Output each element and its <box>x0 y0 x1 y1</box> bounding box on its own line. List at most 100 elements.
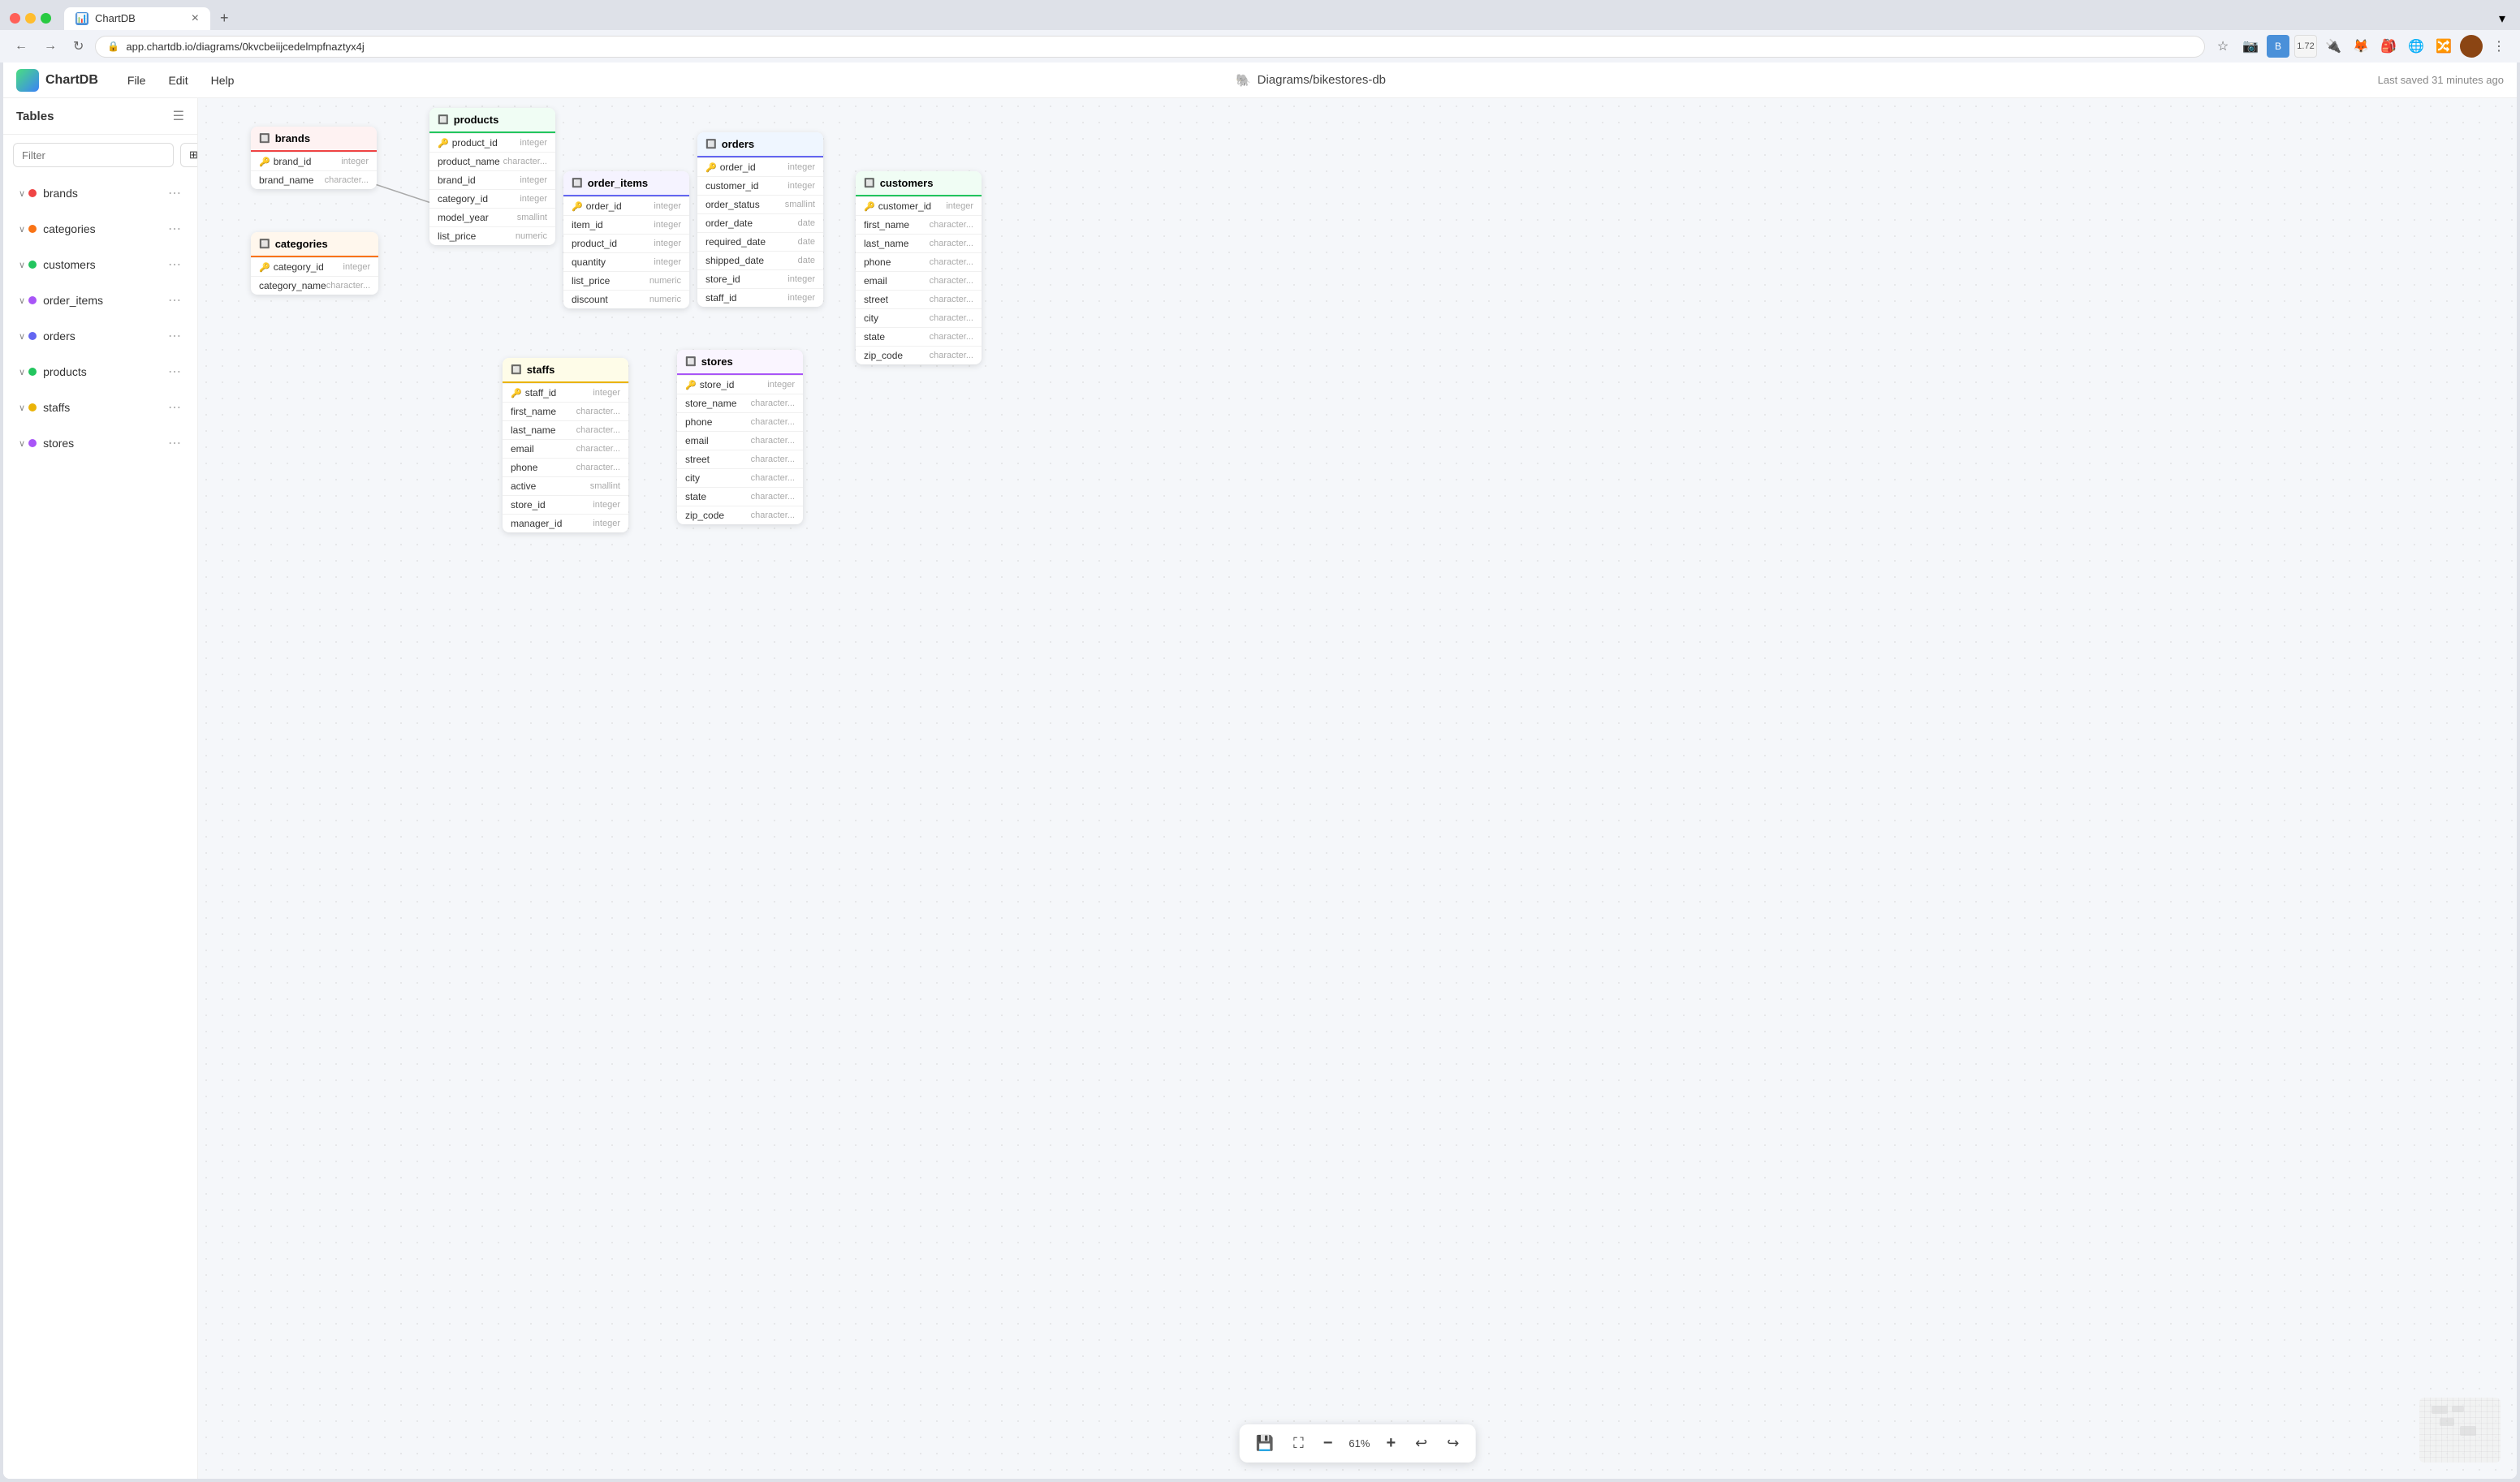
browser-tab[interactable]: 📊 ChartDB × <box>64 7 210 30</box>
sidebar-item-products[interactable]: ∨ products ⋯ <box>3 354 197 390</box>
table-menu-icon[interactable]: ⋯ <box>165 219 184 239</box>
table-menu-icon[interactable]: ⋯ <box>165 255 184 274</box>
menu-edit[interactable]: Edit <box>158 69 197 92</box>
table-categories-header: 🔲 categories <box>251 232 378 257</box>
table-row: list_price numeric <box>563 271 689 290</box>
table-brands-header: 🔲 brands <box>251 127 377 152</box>
forward-button[interactable]: → <box>39 36 62 57</box>
chevron-icon: ∨ <box>19 403 25 413</box>
field-type: integer <box>520 194 547 204</box>
ext3-icon[interactable]: 🎒 <box>2377 35 2400 58</box>
table-color-dot <box>28 368 37 376</box>
ext4-icon[interactable]: 🌐 <box>2405 35 2427 58</box>
field-name: brand_id <box>438 174 520 186</box>
maximize-window-button[interactable] <box>41 13 51 24</box>
extension-b-icon[interactable]: B <box>2267 35 2289 58</box>
field-type: integer <box>343 262 371 272</box>
table-menu-icon[interactable]: ⋯ <box>165 362 184 381</box>
table-row: store_id integer <box>503 495 628 514</box>
table-order-items-header: 🔲 order_items <box>563 171 689 196</box>
redo-button[interactable]: ↪ <box>1443 1432 1462 1455</box>
table-menu-icon[interactable]: ⋯ <box>165 183 184 203</box>
table-row: 🔑 customer_id integer <box>856 196 982 215</box>
reload-button[interactable]: ↻ <box>68 35 88 58</box>
diagram-canvas[interactable]: 🔲 brands 🔑 brand_id integer brand_name c… <box>198 98 2517 1479</box>
table-categories[interactable]: 🔲 categories 🔑 category_id integer categ… <box>251 232 378 295</box>
field-type: integer <box>654 239 681 248</box>
table-orders[interactable]: 🔲 orders 🔑 order_id integer customer_id … <box>697 132 823 307</box>
table-icon: 🔲 <box>438 114 449 125</box>
table-products[interactable]: 🔲 products 🔑 product_id integer product_… <box>429 108 555 245</box>
sidebar-sort-icon[interactable]: ☰ <box>173 108 184 124</box>
sidebar-item-brands[interactable]: ∨ brands ⋯ <box>3 175 197 211</box>
table-stores[interactable]: 🔲 stores 🔑 store_id integer store_name c… <box>677 350 803 524</box>
sidebar-item-customers[interactable]: ∨ customers ⋯ <box>3 247 197 282</box>
minimize-window-button[interactable] <box>25 13 36 24</box>
table-row: order_date date <box>697 213 823 232</box>
fit-view-button[interactable]: ⛶ <box>1290 1432 1307 1455</box>
sidebar-table-name: customers <box>43 258 165 271</box>
canvas-background <box>198 98 2517 1479</box>
table-row: store_name character... <box>677 394 803 412</box>
table-order-items[interactable]: 🔲 order_items 🔑 order_id integer item_id… <box>563 171 689 308</box>
screenshot-icon[interactable]: 📷 <box>2239 35 2262 58</box>
app-logo: ChartDB <box>16 69 98 92</box>
table-row: brand_id integer <box>429 170 555 189</box>
bookmark-icon[interactable]: ☆ <box>2211 35 2234 58</box>
profile-icon[interactable] <box>2460 35 2483 58</box>
table-menu-icon[interactable]: ⋯ <box>165 398 184 417</box>
close-window-button[interactable] <box>10 13 20 24</box>
sidebar-item-categories[interactable]: ∨ categories ⋯ <box>3 211 197 247</box>
table-row: product_name character... <box>429 152 555 170</box>
table-stores-header: 🔲 stores <box>677 350 803 375</box>
field-name: last_name <box>511 424 576 436</box>
tab-close-button[interactable]: × <box>192 12 199 25</box>
sidebar-item-staffs[interactable]: ∨ staffs ⋯ <box>3 390 197 425</box>
sidebar-item-order_items[interactable]: ∨ order_items ⋯ <box>3 282 197 318</box>
field-name: product_id <box>572 238 654 249</box>
key-icon: 🔑 <box>572 201 583 212</box>
table-row: customer_id integer <box>697 176 823 195</box>
table-staffs[interactable]: 🔲 staffs 🔑 staff_id integer first_name c… <box>503 358 628 532</box>
table-icon: 🔲 <box>706 139 717 149</box>
dropdown-button[interactable]: ▾ <box>2494 11 2510 27</box>
tab-title: ChartDB <box>95 12 136 24</box>
table-brands[interactable]: 🔲 brands 🔑 brand_id integer brand_name c… <box>251 127 377 189</box>
table-menu-icon[interactable]: ⋯ <box>165 433 184 453</box>
table-row: list_price numeric <box>429 226 555 245</box>
field-name: state <box>685 491 751 502</box>
table-staffs-title: staffs <box>527 364 555 376</box>
menu-file[interactable]: File <box>118 69 156 92</box>
field-type: character... <box>751 436 795 446</box>
save-button[interactable]: 💾 <box>1253 1432 1277 1455</box>
ext2-icon[interactable]: 🦊 <box>2350 35 2372 58</box>
chevron-icon: ∨ <box>19 367 25 377</box>
field-name: street <box>864 294 930 305</box>
sidebar-item-stores[interactable]: ∨ stores ⋯ <box>3 425 197 461</box>
add-table-button[interactable]: ⊞ Add Table <box>180 143 198 167</box>
filter-input[interactable] <box>13 143 174 167</box>
ext1-icon[interactable]: 🔌 <box>2322 35 2345 58</box>
table-customers[interactable]: 🔲 customers 🔑 customer_id integer first_… <box>856 171 982 364</box>
menu-help[interactable]: Help <box>201 69 244 92</box>
back-button[interactable]: ← <box>10 36 32 57</box>
ssl-icon: 🔒 <box>107 41 119 52</box>
field-type: character... <box>576 444 620 454</box>
table-row: phone character... <box>677 412 803 431</box>
more-options-icon[interactable]: ⋮ <box>2488 35 2510 58</box>
sidebar-item-orders[interactable]: ∨ orders ⋯ <box>3 318 197 354</box>
minimap[interactable] <box>2419 1398 2501 1463</box>
field-name: phone <box>511 462 576 473</box>
version-icon[interactable]: 1.72 <box>2294 35 2317 58</box>
new-tab-button[interactable]: + <box>217 6 232 30</box>
field-name: store_id <box>706 274 788 285</box>
field-type: character... <box>930 351 973 360</box>
field-name: street <box>685 454 751 465</box>
zoom-out-button[interactable]: − <box>1320 1431 1336 1456</box>
undo-button[interactable]: ↩ <box>1412 1432 1430 1455</box>
ext5-icon[interactable]: 🔀 <box>2432 35 2455 58</box>
table-menu-icon[interactable]: ⋯ <box>165 291 184 310</box>
address-bar[interactable]: 🔒 app.chartdb.io/diagrams/0kvcbeiijcedel… <box>95 36 2205 58</box>
zoom-in-button[interactable]: + <box>1383 1431 1399 1456</box>
table-menu-icon[interactable]: ⋯ <box>165 326 184 346</box>
